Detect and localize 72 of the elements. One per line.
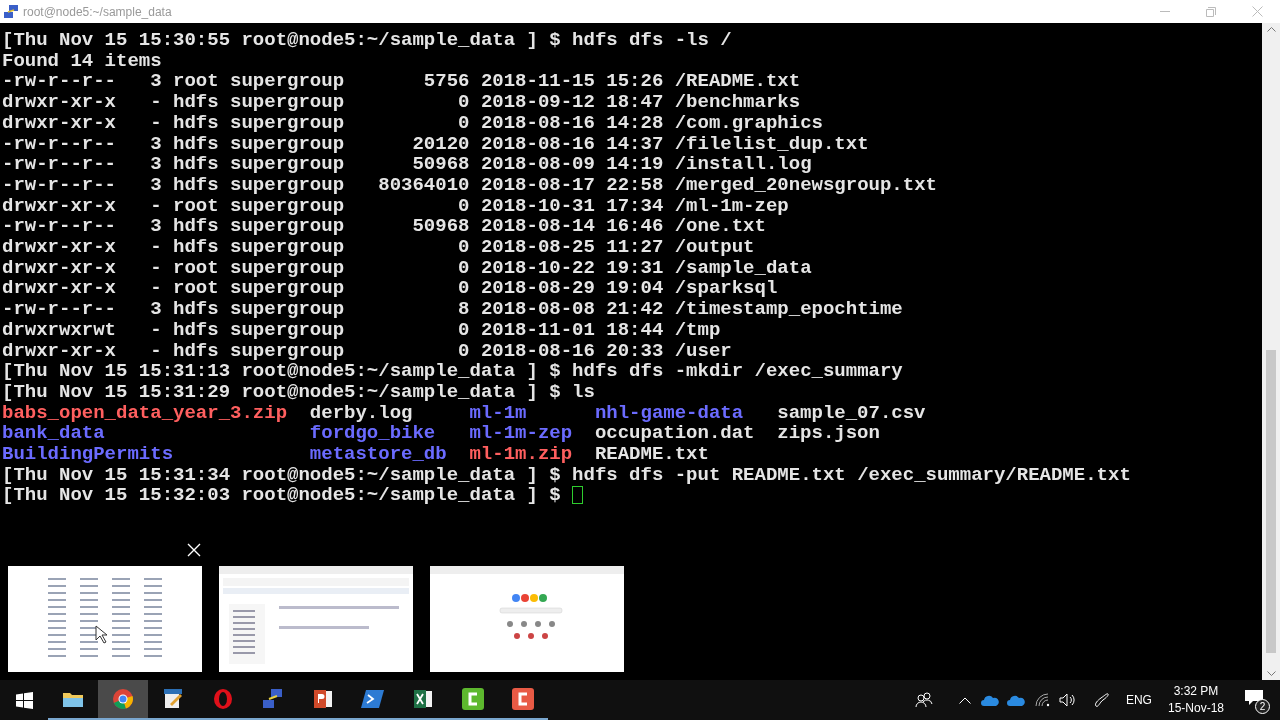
terminal-line: drwxr-xr-x - root supergroup 0 2018-10-22 19:31 /sample_data bbox=[2, 257, 812, 279]
file-name: derby.log bbox=[309, 401, 413, 424]
camtasia-app-icon bbox=[461, 687, 485, 711]
editor-app-icon bbox=[162, 688, 184, 710]
file-name: sample_07.csv bbox=[777, 401, 926, 424]
terminal-line: drwxr-xr-x - hdfs supergroup 0 2018-09-12 18:47 /benchmarks bbox=[2, 92, 801, 113]
excel-app-icon bbox=[412, 688, 434, 710]
cursor bbox=[572, 486, 584, 505]
clock[interactable]: 3:32 PM 15-Nov-18 bbox=[1167, 683, 1224, 717]
terminal-line: [Thu Nov 15 15:30:55 root@node5:~/sample_data ] $ hdfs dfs -ls / bbox=[2, 30, 732, 51]
file-name: fordgo_bike bbox=[309, 422, 436, 445]
terminal-line: -rw-r--r-- 3 hdfs supergroup 80364010 2018-08-17 22:58 /merged_20newsgroup.txt bbox=[2, 174, 937, 196]
terminal-line: -rw-r--r-- 3 hdfs supergroup 8 2018-08-08 21:42 /timestamp_epochtime bbox=[2, 299, 903, 320]
file-name: ml-1m-zep bbox=[469, 422, 573, 445]
file-name: occupation.dat bbox=[594, 422, 755, 445]
window-thumbnail[interactable] bbox=[430, 566, 624, 672]
terminal-line: drwxr-xr-x - hdfs supergroup 0 2018-08-25 11:27 /output bbox=[2, 237, 755, 258]
wifi-icon[interactable] bbox=[1034, 693, 1051, 707]
file-name: nhl-game-data bbox=[594, 401, 744, 424]
cloud-icon[interactable] bbox=[980, 694, 999, 706]
volume-icon[interactable] bbox=[1058, 693, 1075, 707]
people-icon[interactable] bbox=[914, 692, 933, 708]
close-icon[interactable] bbox=[187, 543, 201, 557]
clock-date: 15-Nov-18 bbox=[1167, 700, 1224, 717]
scrollbar-thumb[interactable] bbox=[1266, 350, 1276, 653]
recorder-app-icon bbox=[511, 687, 535, 711]
scroll-down-icon bbox=[1266, 671, 1276, 676]
terminal-line: -rw-r--r-- 3 root supergroup 5756 2018-11-15 15:26 /README.txt bbox=[2, 71, 801, 93]
terminal-line: [Thu Nov 15 15:31:34 root@node5:~/sample_data ] $ hdfs dfs -put README.txt /exec_summary/README.txt bbox=[2, 464, 1131, 486]
terminal-line: -rw-r--r-- 3 hdfs supergroup 20120 2018-08-16 14:37 /filelist_dup.txt bbox=[2, 133, 869, 155]
chrome-app-icon bbox=[112, 688, 134, 710]
terminal-line: -rw-r--r-- 3 hdfs supergroup 50968 2018-08-14 16:46 /one.txt bbox=[2, 216, 766, 238]
scrollbar[interactable] bbox=[1262, 23, 1280, 680]
powerpoint-app-icon bbox=[312, 688, 334, 710]
file-name: bank_data bbox=[2, 422, 105, 445]
terminal-line: -rw-r--r-- 3 hdfs supergroup 50968 2018-08-09 14:19 /install.log bbox=[2, 154, 812, 175]
terminal-line: drwxrwxrwt - hdfs supergroup 0 2018-11-01 18:44 /tmp bbox=[2, 319, 721, 341]
close-icon bbox=[1251, 6, 1263, 17]
cloud-icon[interactable] bbox=[1006, 694, 1025, 706]
terminal-line: Found 14 items bbox=[2, 50, 162, 72]
language-indicator[interactable]: ENG bbox=[1125, 691, 1152, 709]
terminal-line: [Thu Nov 15 15:32:03 root@node5:~/sample_data ] $ bbox=[2, 485, 562, 507]
file-name: ml-1m.zip bbox=[469, 443, 573, 466]
file-name: ml-1m bbox=[469, 401, 527, 424]
file-name: babs_open_data_year_3.zip bbox=[2, 401, 288, 424]
chevron-up-icon[interactable] bbox=[958, 696, 971, 704]
network-app-icon bbox=[261, 688, 285, 710]
file-name: README.txt bbox=[594, 443, 709, 466]
terminal-line: drwxr-xr-x - root supergroup 0 2018-08-29 19:04 /sparksql bbox=[2, 278, 778, 300]
notifications-button[interactable]: 2 bbox=[1242, 686, 1270, 714]
window-thumbnail[interactable] bbox=[219, 566, 413, 672]
pen-icon[interactable] bbox=[1092, 692, 1109, 708]
file-name: zips.json bbox=[777, 422, 880, 445]
terminal-line: drwxr-xr-x - hdfs supergroup 0 2018-08-16 14:28 /com.graphics bbox=[2, 112, 823, 134]
terminal-line: [Thu Nov 15 15:31:29 root@node5:~/sample_data ] $ ls bbox=[2, 381, 595, 403]
window-thumbnail[interactable] bbox=[8, 566, 202, 672]
restore-icon bbox=[1206, 6, 1216, 17]
scroll-up-icon bbox=[1266, 27, 1276, 32]
windows-logo-icon bbox=[15, 691, 33, 709]
file-name: BuildingPermits bbox=[2, 443, 174, 466]
opera-app-icon bbox=[212, 688, 234, 710]
terminal-line: drwxr-xr-x - root supergroup 0 2018-10-31 17:34 /ml-1m-zep bbox=[2, 195, 789, 217]
network-computers-icon bbox=[3, 3, 19, 20]
terminal-line: drwxr-xr-x - hdfs supergroup 0 2018-08-16 20:33 /user bbox=[2, 340, 732, 362]
clock-time: 3:32 PM bbox=[1173, 683, 1219, 700]
terminal-line: [Thu Nov 15 15:31:13 root@node5:~/sample_data ] $ hdfs dfs -mkdir /exec_summary bbox=[2, 361, 903, 382]
window-title: root@node5:~/sample_data bbox=[23, 3, 172, 21]
notification-count: 2 bbox=[1255, 699, 1270, 714]
minimize-icon bbox=[1160, 11, 1170, 12]
powershell-app-icon bbox=[361, 689, 385, 709]
file-name: metastore_db bbox=[309, 443, 447, 466]
folder-app-icon bbox=[62, 690, 84, 708]
